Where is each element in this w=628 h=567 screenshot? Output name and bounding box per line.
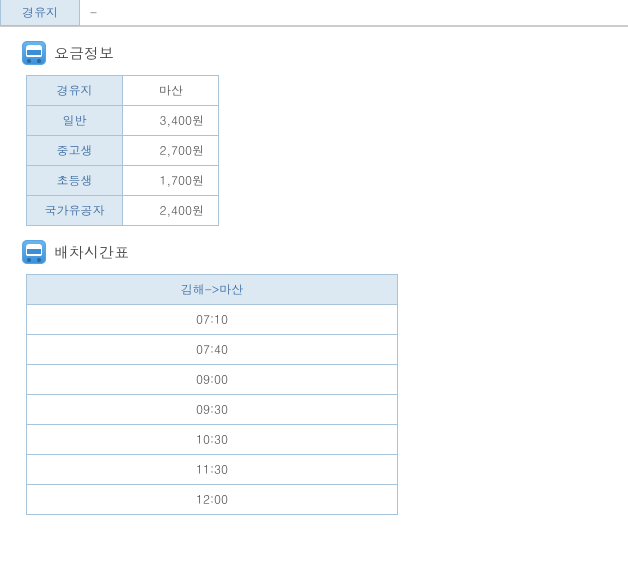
schedule-row: 11:30 [27,455,398,485]
fare-section-title: 요금정보 [54,43,114,64]
fare-row-value: 2,700원 [123,136,219,166]
fare-row: 중고생2,700원 [27,136,219,166]
fare-row: 초등생1,700원 [27,166,219,196]
schedule-row: 07:40 [27,335,398,365]
schedule-time: 11:30 [27,455,398,485]
schedule-time: 09:00 [27,365,398,395]
schedule-row: 09:00 [27,365,398,395]
fare-row-label: 경유지 [27,76,123,106]
fare-row: 일반3,400원 [27,106,219,136]
fare-row: 국가유공자2,400원 [27,196,219,226]
fare-row-label: 중고생 [27,136,123,166]
schedule-row: 07:10 [27,305,398,335]
fare-section-header: 요금정보 [22,41,628,65]
fare-table-body: 경유지마산일반3,400원중고생2,700원초등생1,700원국가유공자2,40… [27,76,219,226]
schedule-time: 07:10 [27,305,398,335]
fare-row-value: 1,700원 [123,166,219,196]
via-row: 경유지 - [0,0,628,27]
schedule-time: 07:40 [27,335,398,365]
via-value: - [80,0,628,26]
schedule-row: 09:30 [27,395,398,425]
fare-row-label: 초등생 [27,166,123,196]
fare-row-value: 3,400원 [123,106,219,136]
schedule-table: 김해->마산 07:1007:4009:0009:3010:3011:3012:… [26,274,398,515]
fare-row-label: 국가유공자 [27,196,123,226]
schedule-row: 12:00 [27,485,398,515]
fare-row-value: 2,400원 [123,196,219,226]
schedule-time: 12:00 [27,485,398,515]
fare-row: 경유지마산 [27,76,219,106]
via-label: 경유지 [0,0,80,26]
fare-table: 경유지마산일반3,400원중고생2,700원초등생1,700원국가유공자2,40… [26,75,219,226]
schedule-header: 김해->마산 [27,275,398,305]
schedule-time: 10:30 [27,425,398,455]
fare-row-value: 마산 [123,76,219,106]
schedule-section-header: 배차시간표 [22,240,628,264]
bus-icon [22,41,46,65]
schedule-time: 09:30 [27,395,398,425]
schedule-table-body: 07:1007:4009:0009:3010:3011:3012:00 [27,305,398,515]
bus-icon [22,240,46,264]
schedule-row: 10:30 [27,425,398,455]
schedule-section-title: 배차시간표 [54,242,129,263]
fare-row-label: 일반 [27,106,123,136]
